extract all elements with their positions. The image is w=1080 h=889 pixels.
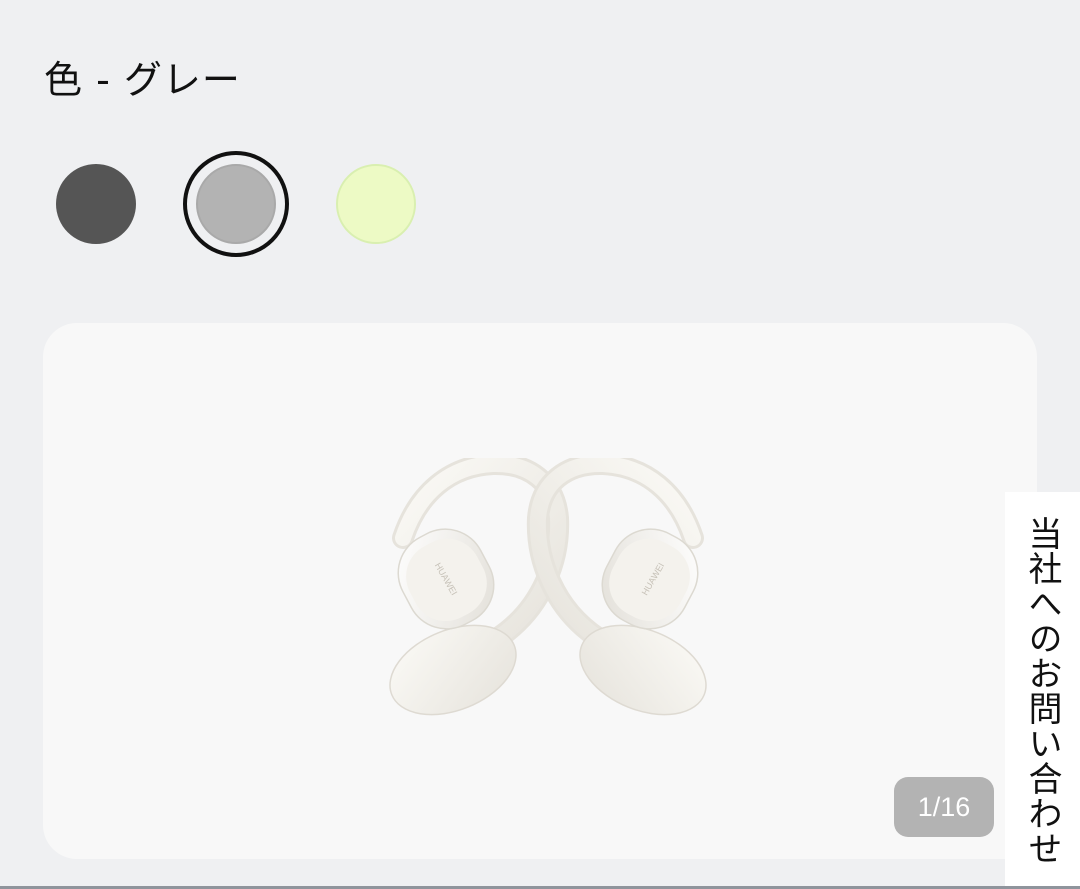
selected-color-label: 色 - グレー: [44, 58, 241, 102]
earbuds-product-image: HUAWEI HUAWEI: [389, 458, 707, 716]
color-swatch-gray-fill: [196, 164, 276, 244]
color-swatch-lime-fill: [336, 164, 416, 244]
contact-us-tab[interactable]: 当社へのお問い合わせ: [1005, 492, 1080, 889]
color-swatch-gray[interactable]: [183, 151, 289, 257]
product-image-carousel[interactable]: HUAWEI HUAWEI 1/16: [43, 323, 1037, 859]
image-counter-badge: 1/16: [894, 777, 994, 837]
contact-us-label: 当社へのお問い合わせ: [1022, 515, 1062, 866]
color-swatch-lime[interactable]: [336, 164, 416, 244]
color-swatch-dark-gray-fill: [56, 164, 136, 244]
color-swatch-dark-gray[interactable]: [56, 164, 136, 244]
